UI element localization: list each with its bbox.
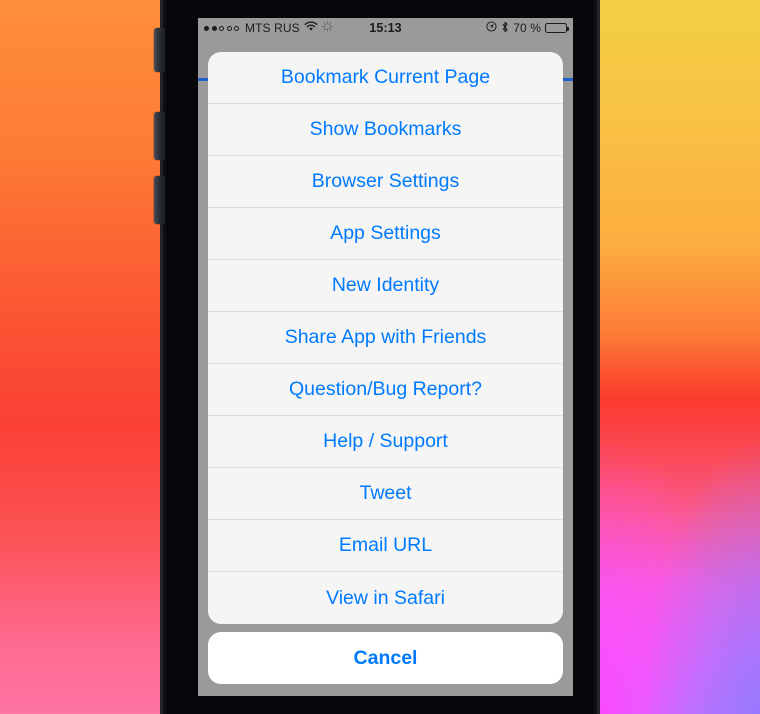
mute-switch-button[interactable]: [154, 28, 165, 72]
action-item-question-bug-report[interactable]: Question/Bug Report?: [208, 364, 563, 416]
action-item-label: View in Safari: [326, 586, 445, 609]
action-item-label: Share App with Friends: [284, 326, 487, 348]
action-item-bookmark-current-page[interactable]: Bookmark Current Page: [208, 52, 563, 104]
bluetooth-icon: [501, 21, 509, 36]
volume-up-button[interactable]: [154, 112, 165, 160]
activity-spinner-icon: [322, 21, 333, 35]
wifi-icon: [304, 21, 318, 35]
cancel-button-label: Cancel: [353, 646, 418, 669]
action-item-label: App Settings: [330, 222, 441, 244]
action-item-tweet[interactable]: Tweet: [208, 468, 563, 520]
cellular-signal-dots-icon: [204, 25, 239, 31]
cancel-button[interactable]: Cancel: [208, 632, 563, 684]
battery-icon: [545, 23, 570, 33]
action-item-label: Tweet: [359, 482, 412, 504]
action-item-browser-settings[interactable]: Browser Settings: [208, 156, 563, 208]
action-item-label: Show Bookmarks: [309, 118, 462, 140]
action-item-label: Bookmark Current Page: [280, 66, 491, 88]
phone-device-frame: MTS RUS 15:13 70 % Bookmark Current Page…: [154, 0, 600, 714]
action-item-help-support[interactable]: Help / Support: [208, 416, 563, 468]
status-bar: MTS RUS 15:13 70 %: [198, 18, 573, 38]
action-item-new-identity[interactable]: New Identity: [208, 260, 563, 312]
location-arrow-icon: [486, 21, 497, 35]
action-item-label: New Identity: [331, 274, 440, 296]
action-item-label: Question/Bug Report?: [289, 378, 482, 400]
action-item-label: Browser Settings: [311, 170, 460, 192]
status-bar-right: 70 %: [402, 21, 573, 36]
carrier-label: MTS RUS: [245, 21, 300, 35]
action-item-app-settings[interactable]: App Settings: [208, 208, 563, 260]
action-item-share-app-with-friends[interactable]: Share App with Friends: [208, 312, 563, 364]
action-item-label: Email URL: [338, 534, 433, 556]
action-sheet-items-group: Bookmark Current Page Show Bookmarks Bro…: [208, 52, 563, 624]
action-sheet: Bookmark Current Page Show Bookmarks Bro…: [208, 52, 563, 684]
action-item-label: Help / Support: [323, 430, 448, 452]
action-item-show-bookmarks[interactable]: Show Bookmarks: [208, 104, 563, 156]
volume-down-button[interactable]: [154, 176, 165, 224]
action-item-email-url[interactable]: Email URL: [208, 520, 563, 572]
phone-screen: MTS RUS 15:13 70 % Bookmark Current Page…: [198, 18, 573, 696]
action-item-view-in-safari[interactable]: View in Safari: [208, 572, 563, 624]
status-bar-left: MTS RUS: [198, 21, 369, 35]
battery-percent-label: 70 %: [513, 21, 542, 35]
action-sheet-cancel-group: Cancel: [208, 632, 563, 684]
status-bar-clock: 15:13: [369, 21, 402, 35]
